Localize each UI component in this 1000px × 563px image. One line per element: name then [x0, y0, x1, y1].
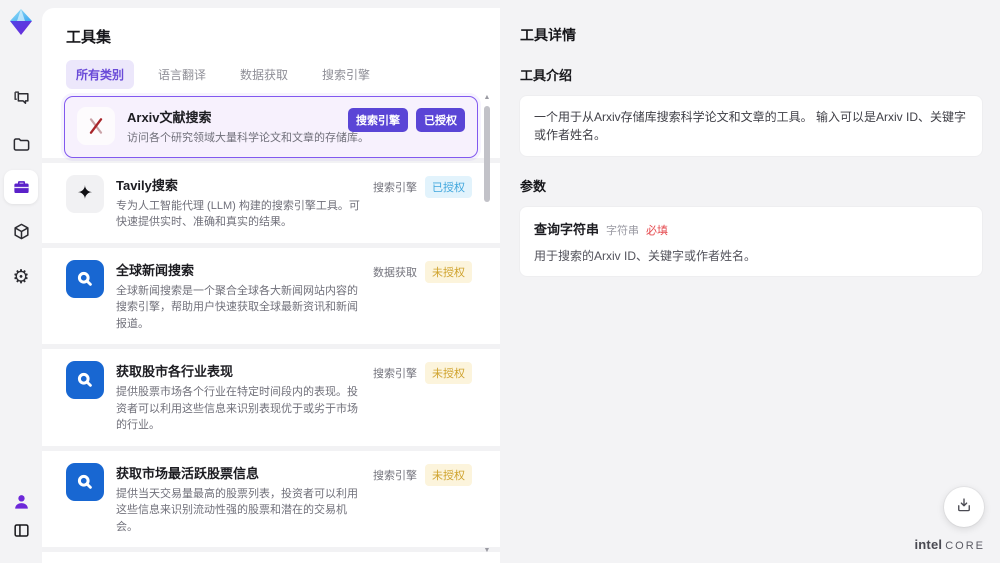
sidebar-item-chat[interactable]	[4, 81, 38, 115]
status-badge: 已授权	[416, 108, 465, 132]
blue-search-icon	[66, 259, 104, 298]
status-badge: 已授权	[425, 175, 472, 198]
page-title: 工具集	[66, 29, 112, 46]
sidebar-item-files[interactable]	[4, 127, 38, 161]
settings-icon: ⚙	[12, 266, 30, 288]
tool-list: Arxiv文献搜索 访问各个研究领域大量科学论文和文章的存储库。 搜索引擎 已授…	[42, 96, 500, 563]
params-section-title: 参数	[520, 179, 547, 194]
sidebar-item-settings[interactable]: ⚙	[4, 260, 38, 294]
user-icon	[12, 492, 31, 511]
tab-data-fetch[interactable]: 数据获取	[230, 60, 298, 89]
cube-icon	[12, 222, 31, 241]
status-badge: 未授权	[425, 260, 472, 283]
scrollbar-thumb[interactable]	[484, 106, 490, 202]
param-card: 查询字符串 字符串 必填 用于搜索的Arxiv ID、关键字或作者姓名。	[520, 207, 982, 276]
category-label: 搜索引擎	[373, 368, 417, 380]
param-type: 字符串	[606, 225, 640, 237]
param-description: 用于搜索的Arxiv ID、关键字或作者姓名。	[534, 249, 757, 263]
category-label: 数据获取	[373, 266, 417, 279]
category-label: 搜索引擎	[373, 469, 417, 482]
param-name: 查询字符串	[534, 222, 600, 237]
tool-card-regional-news[interactable]: 万维地区新闻查询 查询具体行政区划内的新闻，快速了解各地新闻动 搜索引擎 未授权	[42, 552, 500, 563]
scroll-up-icon[interactable]: ▲	[484, 94, 491, 102]
blue-search-icon	[66, 361, 104, 399]
tool-card-sector-performance[interactable]: 获取股市各行业表现 提供股票市场各个行业在特定时间段内的表现。投资者可以利用这些…	[42, 349, 500, 446]
list-scrollbar[interactable]: ▲ ▼	[483, 94, 491, 555]
param-required-badge: 必填	[646, 225, 669, 237]
category-label: 搜索引擎	[373, 181, 417, 194]
tool-card-arxiv[interactable]: Arxiv文献搜索 访问各个研究领域大量科学论文和文章的存储库。 搜索引擎 已授…	[64, 96, 478, 158]
intro-card: 一个用于从Arxiv存储库搜索科学论文和文章的工具。 输入可以是Arxiv ID…	[520, 96, 982, 156]
intro-text: 一个用于从Arxiv存储库搜索科学论文和文章的工具。 输入可以是Arxiv ID…	[534, 110, 967, 142]
download-button[interactable]	[944, 487, 984, 527]
download-icon	[955, 496, 973, 519]
sidebar-collapse-button[interactable]	[4, 513, 38, 547]
chat-icon	[12, 89, 31, 108]
arxiv-logo-icon	[77, 107, 115, 145]
tool-card-most-active-stocks[interactable]: 获取市场最活跃股票信息 提供当天交易量最高的股票列表，投资者可以利用这些信息来识…	[42, 450, 500, 547]
status-badge: 未授权	[425, 463, 472, 486]
blue-search-icon	[66, 462, 104, 501]
category-badge: 搜索引擎	[348, 108, 408, 132]
tool-description: 访问各个研究领域大量科学论文和文章的存储库。	[127, 132, 369, 144]
toolset-panel: 工具集 所有类别 语言翻译 数据获取 搜索引擎 Arxiv文献搜索 访问各个研究…	[42, 8, 500, 563]
sidebar-item-tools[interactable]	[4, 170, 38, 204]
brand-intel-text: intel	[914, 537, 943, 552]
tool-description: 专为人工智能代理 (LLM) 构建的搜索引擎工具。可快速提供实时、准确和真实的结…	[116, 199, 360, 229]
left-icon-rail: ⚙	[0, 0, 42, 563]
tool-description: 提供股票市场各个行业在特定时间段内的表现。投资者可以利用这些信息来识别表现优于或…	[116, 386, 358, 431]
tool-description: 全球新闻搜索是一个聚合全球各大新闻网站内容的搜索引擎，帮助用户快速获取全球最新资…	[116, 284, 358, 330]
app-logo[interactable]	[7, 8, 35, 36]
category-tabs: 所有类别 语言翻译 数据获取 搜索引擎	[66, 60, 476, 89]
tab-search-engine[interactable]: 搜索引擎	[312, 60, 380, 89]
brand-core-text: CORE	[945, 540, 985, 552]
tool-card-global-news[interactable]: 全球新闻搜索 全球新闻搜索是一个聚合全球各大新闻网站内容的搜索引擎，帮助用户快速…	[42, 247, 500, 344]
intel-core-logo: intel CORE	[914, 537, 985, 552]
status-badge: 未授权	[425, 362, 472, 384]
sidebar-item-models[interactable]	[4, 214, 38, 248]
tool-description: 提供当天交易量最高的股票列表，投资者可以利用这些信息来识别流动性强的股票和潜在的…	[116, 487, 358, 533]
details-title: 工具详情	[520, 27, 576, 43]
tool-details-panel: 工具详情 工具介绍 一个用于从Arxiv存储库搜索科学论文和文章的工具。 输入可…	[520, 0, 982, 276]
sparkle-icon: ✦	[66, 174, 104, 213]
panel-toggle-icon	[12, 521, 31, 540]
tab-all-categories[interactable]: 所有类别	[66, 60, 135, 89]
scroll-down-icon[interactable]: ▼	[484, 547, 491, 555]
tool-card-tavily[interactable]: ✦ Tavily搜索 专为人工智能代理 (LLM) 构建的搜索引擎工具。可快速提…	[42, 162, 500, 243]
folder-icon	[12, 135, 31, 154]
intro-section-title: 工具介绍	[520, 68, 573, 83]
briefcase-icon	[12, 178, 31, 197]
tab-language-translation[interactable]: 语言翻译	[148, 60, 216, 89]
